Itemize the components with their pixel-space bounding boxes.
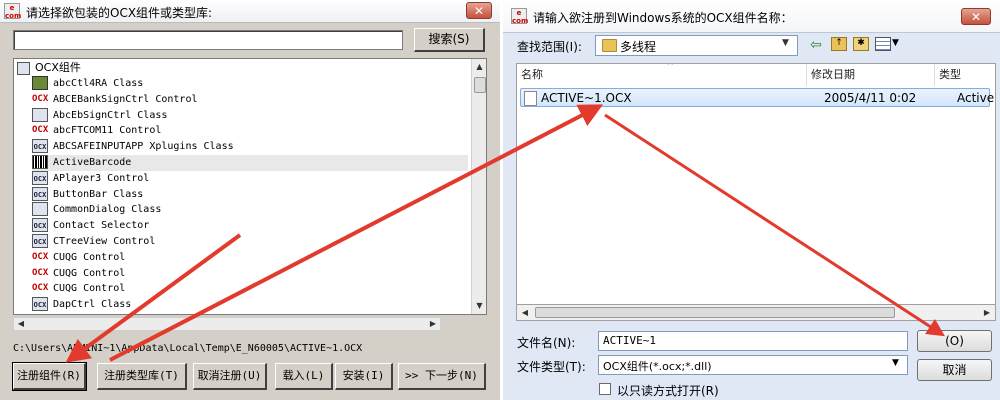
annotation-arrows	[65, 104, 946, 363]
annotation-arrow-to-register	[65, 233, 242, 363]
annotation-arrow-to-file	[109, 104, 604, 362]
annotation-arrow-to-open	[604, 113, 946, 337]
